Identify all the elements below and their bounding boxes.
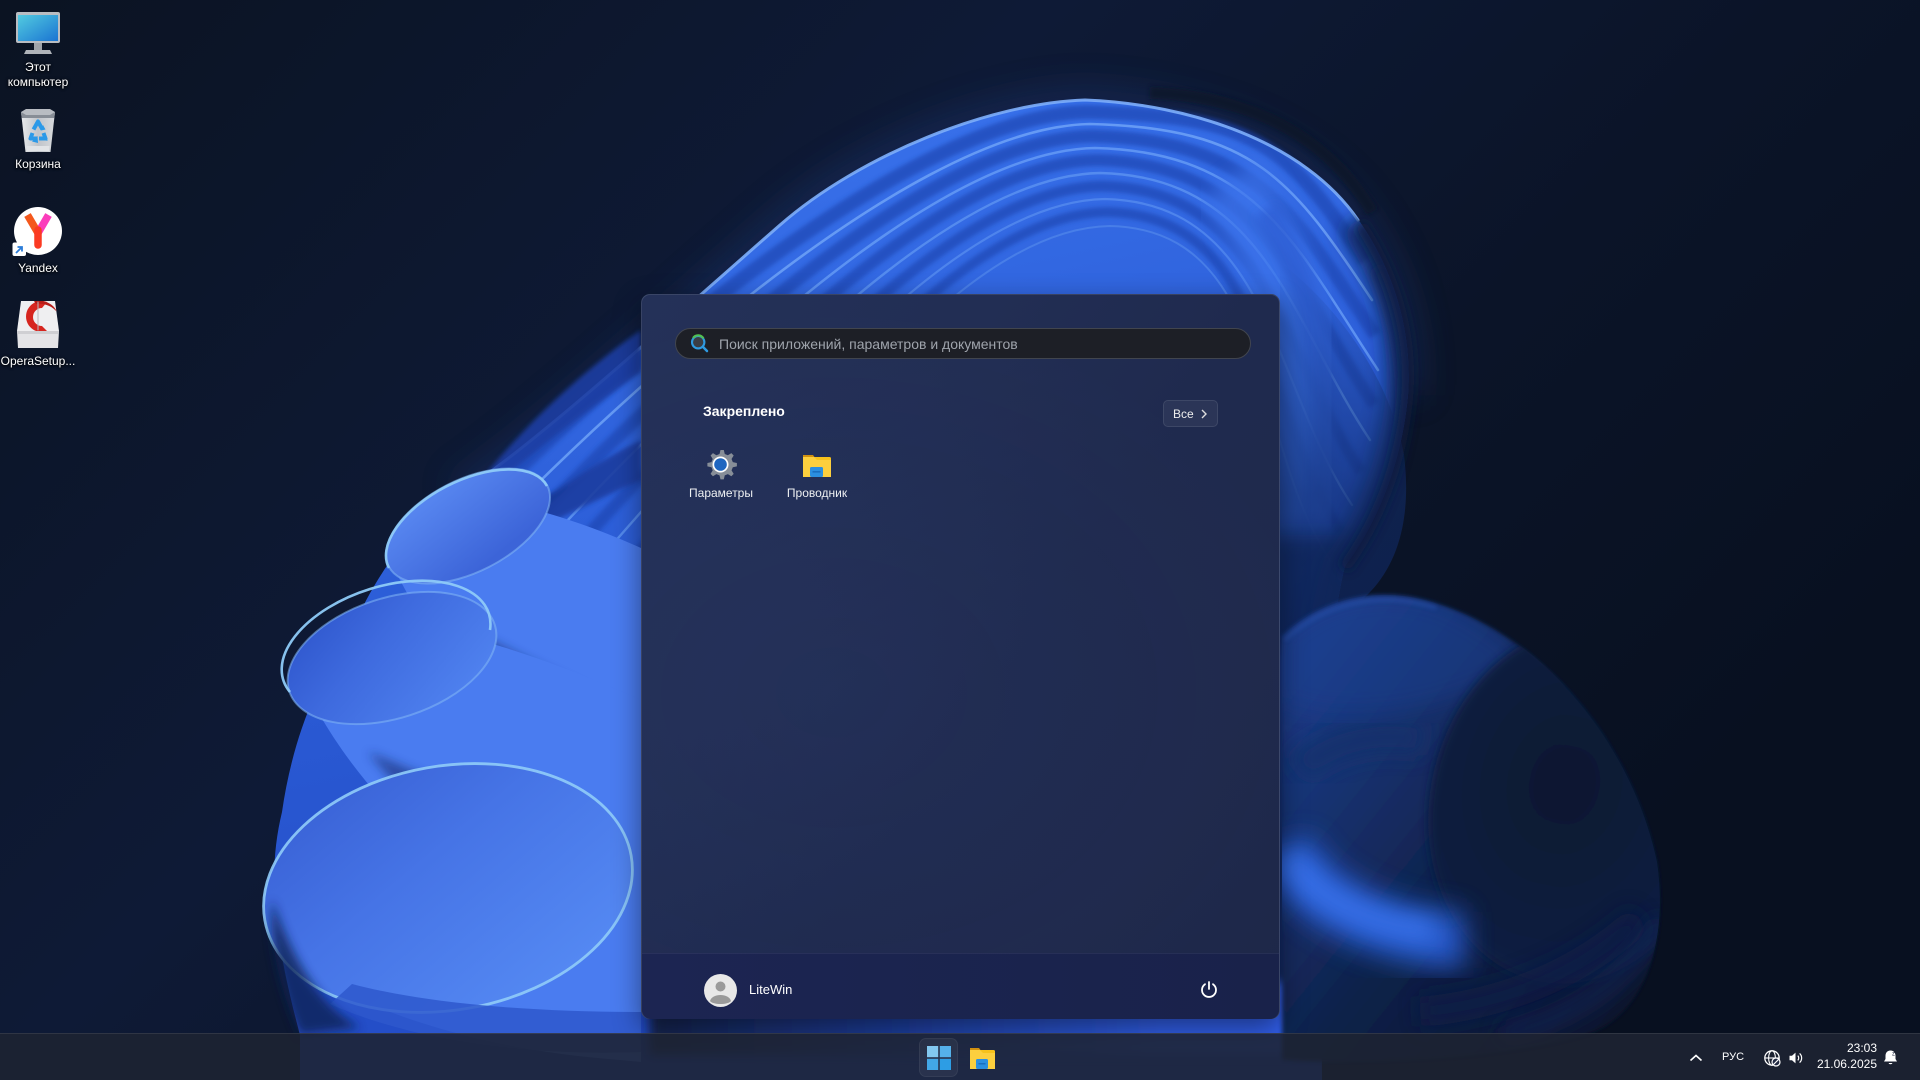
svg-text:z: z (1892, 1052, 1895, 1058)
